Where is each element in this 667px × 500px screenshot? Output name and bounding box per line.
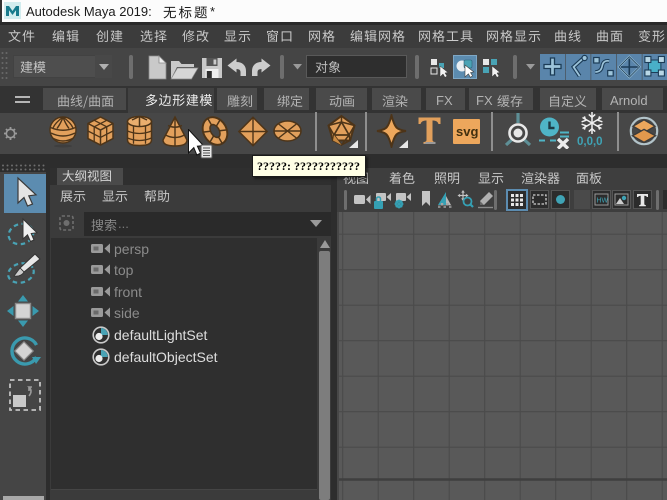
svg-text:0,0,0: 0,0,0 <box>577 136 603 148</box>
svg-text:HW: HW <box>597 198 609 205</box>
